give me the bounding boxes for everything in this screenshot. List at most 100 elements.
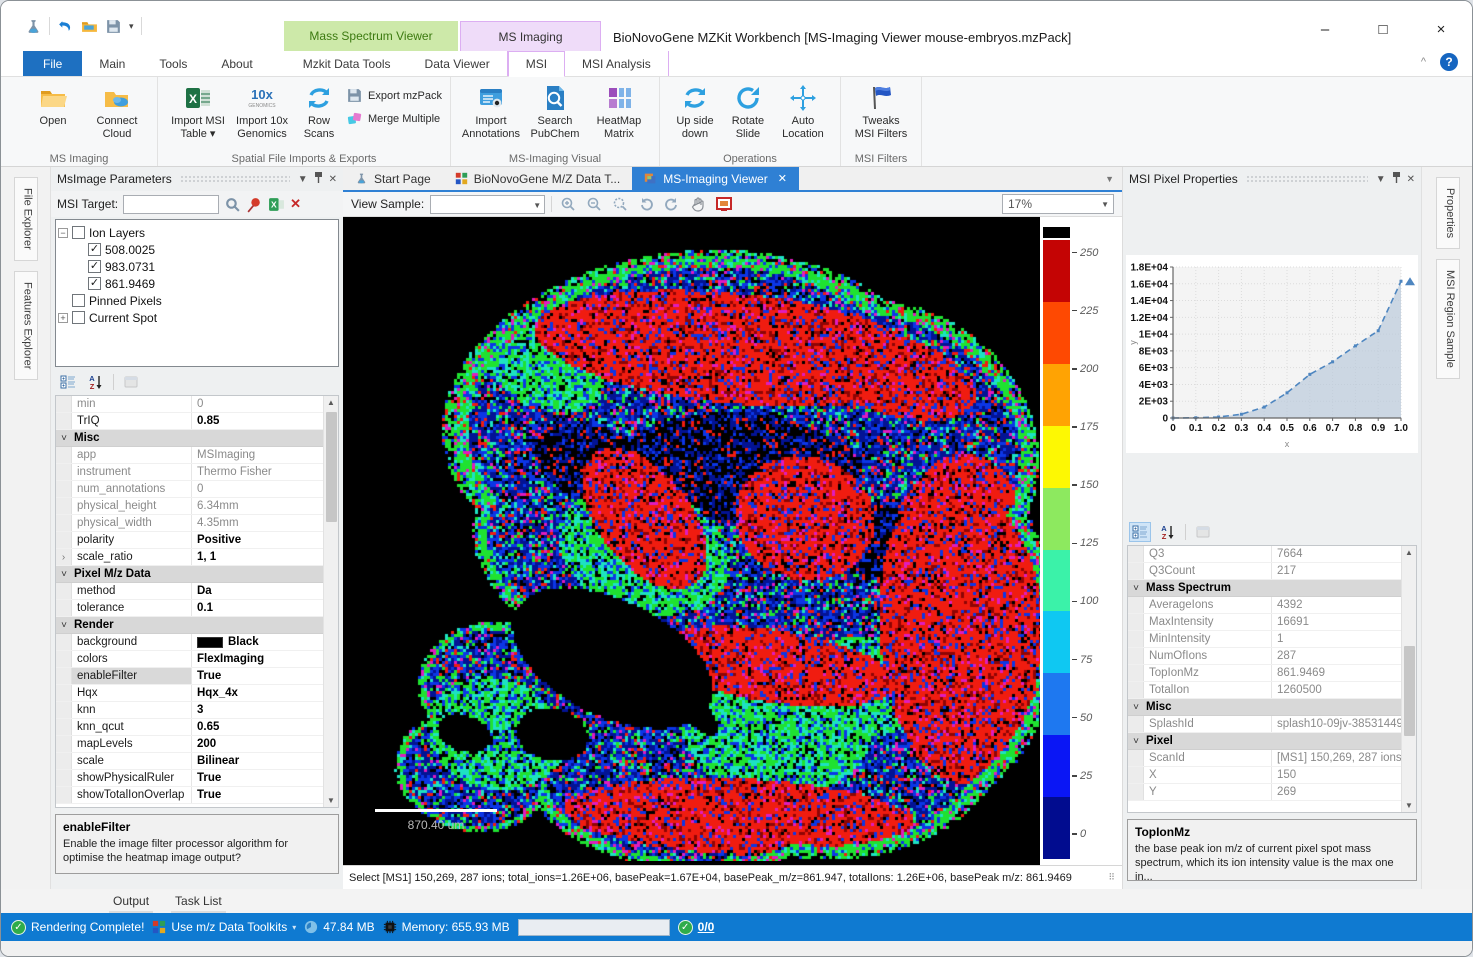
- view-sample-combo[interactable]: ▼: [430, 195, 545, 214]
- property-row[interactable]: Y269: [1128, 784, 1401, 801]
- tree-item-508-0025[interactable]: ✓508.0025: [58, 241, 336, 258]
- connect-cloud-button[interactable]: Connect Cloud: [85, 81, 149, 141]
- rotate-left-icon[interactable]: [636, 194, 656, 214]
- property-row[interactable]: enableFilterTrue: [56, 668, 323, 685]
- property-row[interactable]: HqxHqx_4x: [56, 685, 323, 702]
- tab-msi[interactable]: MSI: [508, 51, 565, 77]
- property-value[interactable]: 0.85: [192, 415, 323, 427]
- categorized-view-icon[interactable]: [57, 372, 79, 392]
- property-value[interactable]: 1260500: [1272, 684, 1401, 696]
- property-value[interactable]: 0: [192, 398, 323, 410]
- rotate-slide-button[interactable]: Rotate Slide: [722, 81, 774, 141]
- pan-hand-icon[interactable]: [688, 194, 708, 214]
- tab-msi-analysis[interactable]: MSI Analysis: [565, 51, 668, 76]
- property-row[interactable]: knn3: [56, 702, 323, 719]
- property-row[interactable]: MinIntensity1: [1128, 631, 1401, 648]
- property-row[interactable]: Q3Count217: [1128, 563, 1401, 580]
- row-scans-button[interactable]: Row Scans: [294, 81, 344, 141]
- property-row[interactable]: appMSImaging: [56, 447, 323, 464]
- tab-file[interactable]: File: [23, 51, 82, 76]
- excel-export-icon[interactable]: X: [268, 196, 285, 213]
- property-value[interactable]: [MS1] 150,269, 287 ions;: [1272, 752, 1401, 764]
- import-annotations-button[interactable]: Import Annotations: [459, 81, 523, 141]
- dock-tab-features-explorer[interactable]: Features Explorer: [14, 271, 38, 380]
- property-value[interactable]: True: [192, 772, 323, 784]
- property-row[interactable]: TrIQ0.85: [56, 413, 323, 430]
- close-button[interactable]: ×: [1430, 21, 1452, 38]
- right-grid-scrollbar[interactable]: ▲▼: [1401, 546, 1416, 812]
- property-value[interactable]: 269: [1272, 786, 1401, 798]
- collapse-ribbon-icon[interactable]: ^: [1421, 56, 1426, 68]
- property-value[interactable]: 861.9469: [1272, 667, 1401, 679]
- property-value[interactable]: 1, 1: [192, 551, 323, 563]
- tree-item-861-9469[interactable]: ✓861.9469: [58, 275, 336, 292]
- checkbox[interactable]: ✓: [88, 243, 101, 256]
- zoom-out-icon[interactable]: [584, 194, 604, 214]
- property-row[interactable]: Q37664: [1128, 546, 1401, 563]
- panel-close-icon[interactable]: ✕: [329, 174, 337, 185]
- property-row[interactable]: backgroundBlack: [56, 634, 323, 651]
- tab-mz-data[interactable]: BioNovoGene M/Z Data T...: [443, 167, 633, 190]
- search-pubchem-button[interactable]: Search PubChem: [523, 81, 587, 141]
- pin-target-icon[interactable]: [246, 196, 263, 213]
- tree-item-current-spot[interactable]: +Current Spot: [58, 309, 336, 326]
- dock-tab-msi-region-sample[interactable]: MSI Region Sample: [1436, 259, 1460, 379]
- undo-icon[interactable]: [57, 18, 74, 35]
- property-category-row[interactable]: ˅Pixel M/z Data: [56, 566, 323, 583]
- property-row[interactable]: showPhysicalRulerTrue: [56, 770, 323, 787]
- property-row[interactable]: knn_qcut0.65: [56, 719, 323, 736]
- property-value[interactable]: 3: [192, 704, 323, 716]
- property-value[interactable]: FlexImaging: [192, 653, 323, 665]
- export-mzpack-button[interactable]: Export mzPack: [346, 87, 442, 104]
- property-row[interactable]: X150: [1128, 767, 1401, 784]
- checkbox[interactable]: [72, 311, 85, 324]
- property-value[interactable]: 7664: [1272, 548, 1401, 560]
- property-value[interactable]: 0: [192, 483, 323, 495]
- drag-handle[interactable]: [180, 175, 290, 183]
- zoom-in-icon[interactable]: [558, 194, 578, 214]
- property-value[interactable]: 200: [192, 738, 323, 750]
- tab-close-icon[interactable]: ✕: [778, 172, 787, 185]
- tab-tools[interactable]: Tools: [142, 51, 204, 76]
- open-button[interactable]: Open: [21, 81, 85, 128]
- property-value[interactable]: 4.35mm: [192, 517, 323, 529]
- property-row[interactable]: ›scale_ratio1, 1: [56, 549, 323, 566]
- property-value[interactable]: True: [192, 670, 323, 682]
- tab-about[interactable]: About: [204, 51, 269, 76]
- clear-target-icon[interactable]: ✕: [290, 196, 301, 212]
- rotate-right-icon[interactable]: [662, 194, 682, 214]
- panel-close-icon[interactable]: ✕: [1407, 174, 1415, 185]
- panel-dropdown-icon[interactable]: ▼: [1376, 174, 1386, 185]
- expand-icon[interactable]: +: [58, 313, 68, 323]
- save-icon[interactable]: [105, 18, 122, 35]
- property-row[interactable]: polarityPositive: [56, 532, 323, 549]
- tab-list-dropdown-icon[interactable]: ▼: [1105, 174, 1114, 184]
- property-row[interactable]: min0: [56, 396, 323, 413]
- tab-start-page[interactable]: Start Page: [343, 167, 443, 190]
- property-value[interactable]: Bilinear: [192, 755, 323, 767]
- property-category-row[interactable]: ˅Pixel: [1128, 733, 1401, 750]
- property-value[interactable]: 0.65: [192, 721, 323, 733]
- msi-target-input[interactable]: [123, 195, 219, 214]
- property-value[interactable]: True: [192, 789, 323, 801]
- dock-tab-properties[interactable]: Properties: [1436, 177, 1460, 249]
- dock-tab-file-explorer[interactable]: File Explorer: [14, 177, 38, 261]
- tree-item-ion-layers[interactable]: −Ion Layers: [58, 224, 336, 241]
- tweaks-msi-filters-button[interactable]: Tweaks MSI Filters: [849, 81, 913, 141]
- tab-main[interactable]: Main: [82, 51, 142, 76]
- import-10x-genomics-button[interactable]: 10xGENOMICS Import 10x Genomics: [230, 81, 294, 141]
- property-row[interactable]: methodDa: [56, 583, 323, 600]
- panel-pin-icon[interactable]: [1392, 172, 1401, 186]
- panel-dropdown-icon[interactable]: ▼: [298, 174, 308, 185]
- tree-item-pinned-pixels[interactable]: Pinned Pixels: [58, 292, 336, 309]
- property-row[interactable]: showTotalIonOverlapTrue: [56, 787, 323, 804]
- property-row[interactable]: MaxIntensity16691: [1128, 614, 1401, 631]
- upside-down-button[interactable]: Up side down: [668, 81, 722, 141]
- property-value[interactable]: 217: [1272, 565, 1401, 577]
- property-value[interactable]: 287: [1272, 650, 1401, 662]
- property-value[interactable]: Positive: [192, 534, 323, 546]
- tree-item-983-0731[interactable]: ✓983.0731: [58, 258, 336, 275]
- collapse-icon[interactable]: −: [58, 228, 68, 238]
- property-value[interactable]: 150: [1272, 769, 1401, 781]
- zoom-reset-icon[interactable]: [610, 194, 630, 214]
